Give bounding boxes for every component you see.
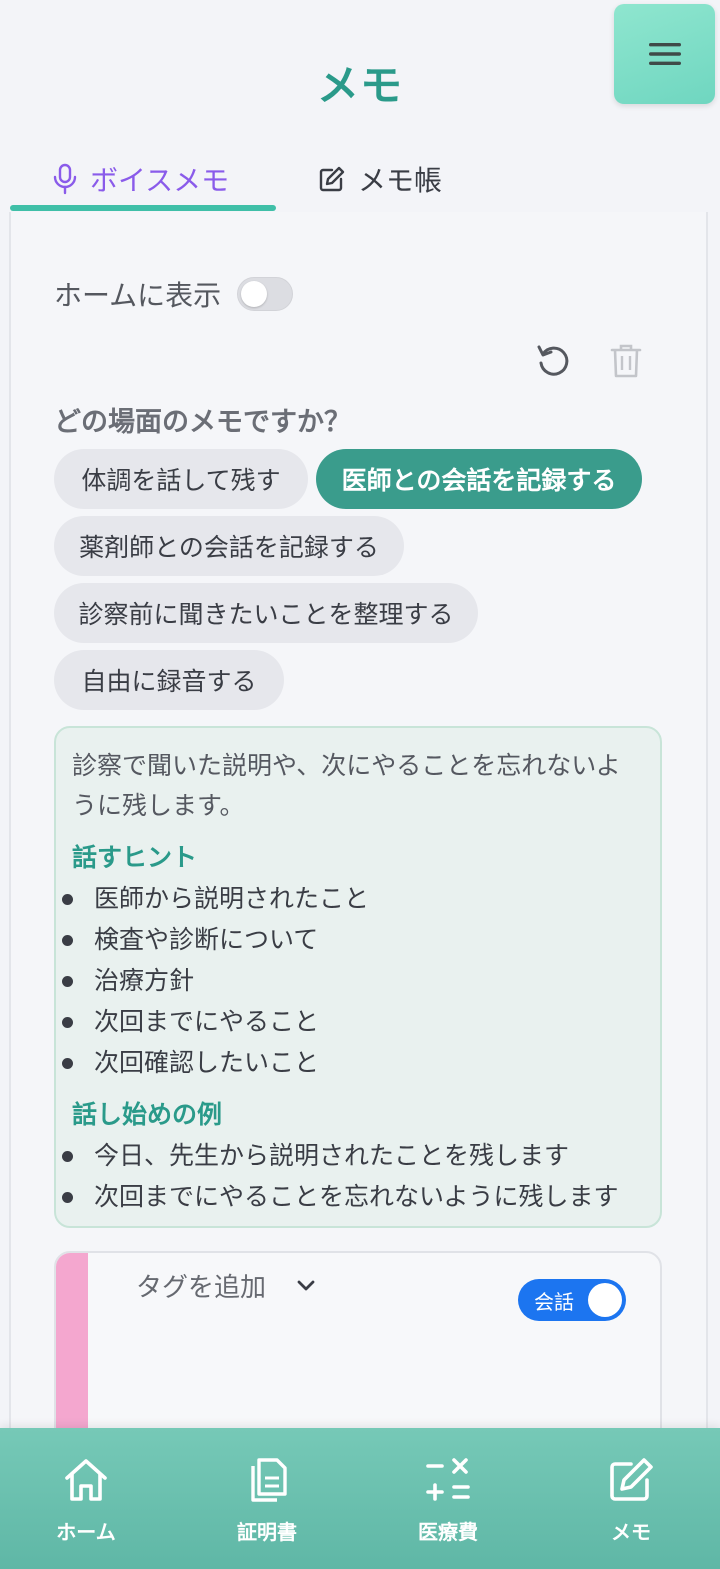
conversation-toggle[interactable]: 会話 (518, 1279, 626, 1321)
list-item: 今日、先生から説明されたことを残します (62, 1135, 644, 1176)
tab-notepad-label: メモ帳 (358, 164, 443, 197)
home-icon (65, 1459, 107, 1501)
nav-certificates[interactable]: 証明書 (207, 1456, 327, 1545)
calculator-icon (426, 1458, 470, 1501)
scene-chip-pre-visit[interactable]: 診察前に聞きたいことを整理する (54, 583, 478, 643)
memo-tabs: ボイスメモ メモ帳 (8, 150, 708, 212)
tips-heading: 話すヒント (72, 843, 198, 872)
scene-chip-doctor[interactable]: 医師との会話を記録する (316, 449, 642, 509)
nav-memo-label: メモ (611, 1520, 651, 1544)
list-item: 次回までにやること (62, 1001, 644, 1042)
scene-chip-pharmacist[interactable]: 薬剤師との会話を記録する (54, 516, 404, 576)
list-item: 次回までにやることを忘れないように残します (62, 1176, 644, 1217)
nav-medical-expenses-label: 医療費 (418, 1520, 478, 1544)
tag-add-dropdown[interactable]: タグを追加 (136, 1267, 316, 1304)
show-on-home-row: ホームに表示 (54, 274, 294, 314)
tab-voice-memo-label: ボイスメモ (90, 164, 230, 197)
nav-memo[interactable]: メモ (571, 1456, 691, 1545)
show-on-home-toggle[interactable] (237, 277, 294, 311)
scene-question: どの場面のメモですか？ (54, 407, 351, 438)
menu-button[interactable] (614, 4, 715, 104)
conversation-toggle-label: 会話 (534, 1289, 574, 1314)
nav-certificates-label: 証明書 (237, 1520, 297, 1544)
hint-description: 診察で聞いた説明や、次にやることを忘れないように残します。 (72, 751, 621, 820)
edit-icon (610, 1458, 653, 1501)
tag-add-label: タグを追加 (136, 1273, 267, 1303)
show-on-home-label: ホームに表示 (54, 279, 222, 312)
examples-list: 今日、先生から説明されたことを残します 次回までにやることを忘れないように残しま… (62, 1135, 644, 1217)
nav-medical-expenses[interactable]: 医療費 (388, 1456, 508, 1545)
edit-icon (319, 166, 345, 192)
list-item: 治療方針 (62, 960, 644, 1001)
page-title: メモ (316, 61, 403, 110)
documents-icon (251, 1458, 287, 1502)
tips-list: 医師から説明されたこと 検査や診断について 治療方針 次回までにやること 次回確… (62, 878, 644, 1083)
bottom-nav: ホーム 証明書 医療費 メモ (0, 1428, 720, 1569)
list-item: 次回確認したいこと (62, 1042, 644, 1083)
trash-icon (610, 344, 642, 378)
scene-chip-free-record[interactable]: 自由に録音する (54, 650, 284, 710)
list-item: 医師から説明されたこと (62, 878, 644, 919)
tab-voice-memo[interactable]: ボイスメモ (52, 150, 229, 208)
header: メモ (0, 0, 720, 140)
hamburger-menu-icon (648, 43, 681, 65)
undo-icon (537, 345, 569, 376)
hint-box: 診察で聞いた説明や、次にやることを忘れないように残します。 話すヒント 医師から… (54, 726, 662, 1228)
delete-button[interactable] (606, 341, 646, 381)
scene-chip-condition[interactable]: 体調を話して残す (54, 449, 308, 509)
microphone-icon (53, 163, 77, 195)
toggle-knob (588, 1283, 622, 1317)
examples-heading: 話し始めの例 (72, 1100, 223, 1129)
active-tab-indicator (10, 205, 276, 211)
list-item: 検査や診断について (62, 919, 644, 960)
nav-home[interactable]: ホーム (26, 1456, 146, 1545)
tab-notepad[interactable]: メモ帳 (318, 150, 442, 208)
reset-button[interactable] (534, 341, 574, 381)
nav-home-label: ホーム (56, 1520, 116, 1544)
chevron-down-icon (297, 1280, 315, 1290)
